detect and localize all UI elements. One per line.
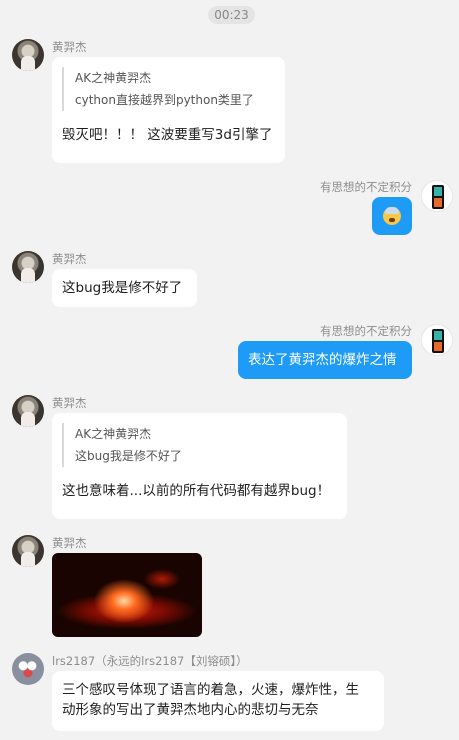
sender-name: 有思想的不定积分 — [320, 324, 412, 338]
sender-name: 黄羿杰 — [52, 252, 87, 266]
message-bubble[interactable]: 三个感叹号体现了语言的着急，火速，爆炸性，生 动形象的写出了黄羿杰地内心的悲切与… — [52, 671, 384, 731]
avatar[interactable] — [12, 39, 44, 71]
sender-name: 黄羿杰 — [52, 40, 87, 54]
sender-name: 有思想的不定积分 — [320, 180, 412, 194]
avatar[interactable] — [421, 180, 453, 212]
exploding-head-icon — [383, 207, 401, 225]
timestamp-pill: 00:23 — [208, 6, 255, 24]
avatar[interactable] — [12, 395, 44, 427]
sender-name: 黄羿杰 — [52, 396, 87, 410]
quote-text: cython直接越界到python类里了 — [75, 93, 254, 107]
message-bubble[interactable]: 这bug我是修不好了 — [52, 269, 197, 307]
message-bubble[interactable]: 表达了黄羿杰的爆炸之情 — [238, 341, 412, 379]
message-bubble[interactable]: AK之神黄羿杰 cython直接越界到python类里了 毁灭吧！！！ 这波要重… — [52, 57, 285, 163]
message-text: 这也意味着...以前的所有代码都有越界bug！ — [62, 483, 331, 499]
message-text: 表达了黄羿杰的爆炸之情 — [248, 352, 397, 368]
sender-name: 黄羿杰 — [52, 536, 87, 550]
avatar[interactable] — [421, 324, 453, 356]
quote-author: AK之神黄羿杰 — [75, 71, 152, 85]
message-text: 这bug我是修不好了 — [62, 280, 183, 296]
message-text: 毁灭吧！！！ 这波要重写3d引擎了 — [62, 127, 273, 143]
quote-block[interactable]: AK之神黄羿杰 这bug我是修不好了 — [62, 423, 337, 467]
message-text-line: 三个感叹号体现了语言的着急，火速，爆炸性，生 — [62, 682, 359, 698]
avatar[interactable] — [12, 653, 44, 685]
quote-block[interactable]: AK之神黄羿杰 cython直接越界到python类里了 — [62, 67, 275, 111]
message-text-line: 动形象的写出了黄羿杰地内心的悲切与无奈 — [62, 702, 319, 718]
avatar[interactable] — [12, 535, 44, 567]
quote-author: AK之神黄羿杰 — [75, 427, 152, 441]
sender-name: lrs2187（永远的lrs2187【刘镕硕】） — [52, 654, 248, 668]
avatar[interactable] — [12, 251, 44, 283]
message-bubble[interactable] — [372, 197, 412, 235]
quote-text: 这bug我是修不好了 — [75, 449, 182, 463]
explosion-image[interactable] — [52, 553, 202, 637]
message-bubble[interactable]: AK之神黄羿杰 这bug我是修不好了 这也意味着...以前的所有代码都有越界bu… — [52, 413, 347, 519]
